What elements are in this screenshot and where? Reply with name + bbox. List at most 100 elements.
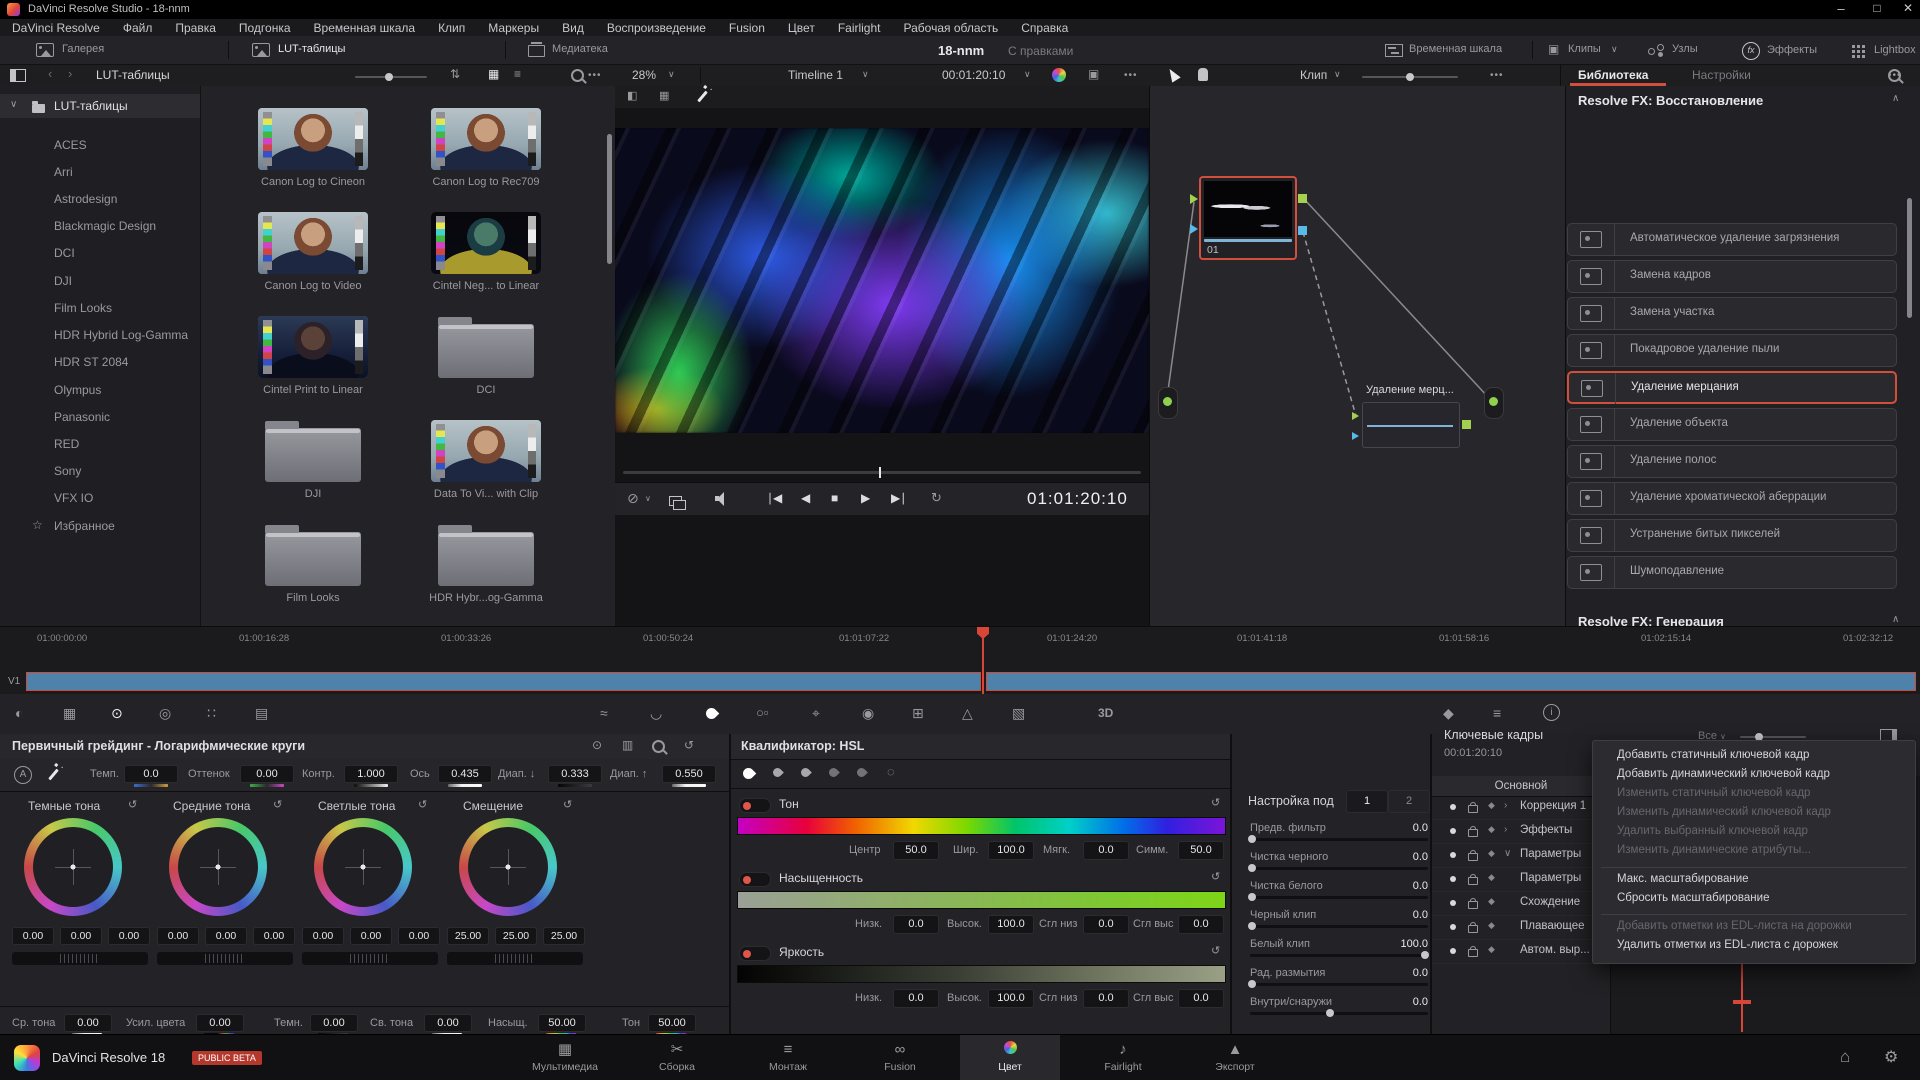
auto-color-wand-icon[interactable] bbox=[48, 769, 59, 781]
keyframe-playhead-line[interactable] bbox=[1741, 962, 1743, 1032]
magic-mask-icon[interactable]: ◉ bbox=[862, 705, 874, 722]
source-port[interactable] bbox=[1158, 387, 1178, 419]
list-view-icon[interactable]: ≡ bbox=[514, 67, 521, 81]
enable-dot-icon[interactable] bbox=[1450, 852, 1456, 858]
highlights-field[interactable]: 0.550 bbox=[662, 765, 716, 783]
menu-color[interactable]: Цвет bbox=[788, 21, 815, 35]
sidebar-item-sony[interactable]: Sony bbox=[54, 464, 81, 478]
gain-master-wheel[interactable] bbox=[302, 952, 438, 965]
sort-icon[interactable]: ⇅ bbox=[450, 67, 460, 81]
hue-center-field[interactable]: 50.0 bbox=[893, 841, 939, 860]
sidebar-item-vfx-io[interactable]: VFX IO bbox=[54, 491, 93, 505]
sidebar-item-dji[interactable]: DJI bbox=[54, 274, 72, 288]
enable-dot-icon[interactable] bbox=[1450, 804, 1456, 810]
timeline-clip-right[interactable] bbox=[986, 672, 1916, 691]
blur-icon[interactable]: ⊞ bbox=[912, 705, 924, 722]
slider-value[interactable]: 100.0 bbox=[1368, 938, 1428, 950]
chevron-right-icon[interactable]: › bbox=[1504, 824, 1507, 835]
hue-range-bar[interactable] bbox=[737, 817, 1226, 835]
primary-reset-icon[interactable]: ↺ bbox=[684, 738, 694, 752]
gallery-tab[interactable]: Галерея bbox=[36, 42, 54, 59]
hue-curves-icon[interactable]: ◡ bbox=[650, 705, 662, 722]
hdr-grade-icon[interactable]: ◎ bbox=[159, 705, 171, 722]
hue-width-field[interactable]: 100.0 bbox=[988, 841, 1034, 860]
keyframe-diamond-icon[interactable]: ◆ bbox=[1488, 824, 1495, 835]
tab-settings[interactable]: Настройки bbox=[1692, 68, 1751, 82]
sidebar-item-astrodesign[interactable]: Astrodesign bbox=[54, 192, 117, 206]
grid-scrollbar[interactable] bbox=[607, 134, 612, 264]
matte-tab-2[interactable]: 2 bbox=[1388, 790, 1430, 813]
fx-item-deband[interactable]: Удаление полос bbox=[1567, 445, 1897, 478]
jump-start-button[interactable]: ∣◀ bbox=[767, 491, 782, 505]
chevron-right-icon[interactable]: › bbox=[1504, 800, 1507, 811]
fx-item-auto-dirt-removal[interactable]: Автоматическое удаление загрязнения bbox=[1567, 223, 1897, 256]
fx-item-deflicker[interactable]: Удаление мерцания bbox=[1567, 371, 1897, 404]
keyframe-diamond-icon[interactable]: ◆ bbox=[1488, 944, 1495, 955]
power-windows-icon[interactable]: ○▫ bbox=[756, 705, 768, 720]
fx-item-frame-replacement[interactable]: Замена кадров bbox=[1567, 260, 1897, 293]
page-color[interactable]: Цвет bbox=[960, 1040, 1060, 1073]
sidebar-item-aces[interactable]: ACES bbox=[54, 138, 87, 152]
sat-reset-icon[interactable]: ↺ bbox=[1211, 870, 1220, 883]
gamma-master-wheel[interactable] bbox=[157, 952, 293, 965]
slider-track[interactable] bbox=[1250, 954, 1428, 957]
keyframe-diamond-icon[interactable]: ◆ bbox=[1488, 920, 1495, 931]
wheel-reset-icon[interactable]: ↺ bbox=[418, 798, 427, 811]
softness-minus-icon[interactable] bbox=[827, 766, 840, 779]
wheel-reset-icon[interactable]: ↺ bbox=[273, 798, 282, 811]
fx-item-patch-replacer[interactable]: Замена участка bbox=[1567, 297, 1897, 330]
sidebar-root-item[interactable]: ∨ LUT-таблицы bbox=[0, 94, 200, 118]
menu-edit[interactable]: Правка bbox=[175, 21, 216, 35]
lum-low-field[interactable]: 0.0 bbox=[893, 989, 939, 1008]
offset-value-r[interactable]: 25.00 bbox=[447, 927, 489, 945]
node-zoom-slider[interactable] bbox=[1362, 76, 1458, 78]
menu-fusion[interactable]: Fusion bbox=[729, 21, 765, 35]
lut-item-canon-log-to-rec709[interactable] bbox=[431, 108, 541, 170]
color-boost-icon[interactable] bbox=[1052, 68, 1066, 82]
nodes-panel-button[interactable]: Узлы bbox=[1648, 42, 1664, 57]
wheel-reset-icon[interactable]: ↺ bbox=[128, 798, 137, 811]
slider-value[interactable]: 0.0 bbox=[1368, 996, 1428, 1008]
invert-selection-icon[interactable]: ◌ bbox=[887, 764, 895, 779]
hue-reset-icon[interactable]: ↺ bbox=[1211, 796, 1220, 809]
lut-folder-film-looks[interactable] bbox=[265, 532, 361, 586]
slider-track[interactable] bbox=[1250, 1012, 1428, 1015]
offset-wheel[interactable] bbox=[459, 818, 557, 916]
lum-soft-high-field[interactable]: 0.0 bbox=[1178, 989, 1224, 1008]
fx-item-chromatic-aberration[interactable]: Удаление хроматической аберрации bbox=[1567, 482, 1897, 515]
menu-view[interactable]: Вид bbox=[562, 21, 584, 35]
lut-folder-dji[interactable] bbox=[265, 428, 361, 482]
fx-node-input-blue[interactable] bbox=[1352, 432, 1359, 440]
node-01[interactable]: 01 bbox=[1199, 176, 1297, 260]
page-fairlight[interactable]: ♪Fairlight bbox=[1073, 1040, 1173, 1073]
sidebar-item-red[interactable]: RED bbox=[54, 437, 79, 451]
shadows-field[interactable]: 0.333 bbox=[548, 765, 602, 783]
lum-high-field[interactable]: 100.0 bbox=[988, 989, 1034, 1008]
split-screen-icon[interactable]: ▦ bbox=[659, 89, 669, 102]
thumbnail-size-slider[interactable] bbox=[355, 76, 427, 78]
lum-reset-icon[interactable]: ↺ bbox=[1211, 944, 1220, 957]
lut-item-cintel-print-to-linear[interactable] bbox=[258, 316, 368, 378]
loop-button[interactable]: ↻ bbox=[931, 490, 942, 506]
keyframes-zoom-slider[interactable] bbox=[1740, 736, 1806, 738]
jump-end-button[interactable]: ▶∣ bbox=[891, 491, 906, 505]
lift-value-r[interactable]: 0.00 bbox=[12, 927, 54, 945]
bypass-grades-icon[interactable]: ⊘ bbox=[627, 490, 639, 507]
viewer-options-icon[interactable]: ••• bbox=[1124, 70, 1138, 81]
menu-timeline[interactable]: Временная шкала bbox=[314, 21, 416, 35]
slider-value[interactable]: 0.0 bbox=[1368, 851, 1428, 863]
motion-effects-icon[interactable]: ▤ bbox=[255, 705, 268, 722]
fx-node-input-green[interactable] bbox=[1352, 412, 1359, 420]
node-01-output-green[interactable] bbox=[1298, 194, 1307, 203]
page-deliver[interactable]: ▲Экспорт bbox=[1185, 1040, 1285, 1073]
minimize-button[interactable]: – bbox=[1826, 1, 1856, 16]
fx-item-noise-reduction[interactable]: Шумоподавление bbox=[1567, 556, 1897, 589]
midtone-detail-field[interactable]: 0.00 bbox=[64, 1014, 112, 1032]
picker-plus-icon[interactable] bbox=[799, 766, 812, 779]
log-zoom-icon[interactable] bbox=[652, 740, 665, 753]
pointer-tool-icon[interactable] bbox=[1165, 66, 1180, 82]
viewer-playhead-marker[interactable] bbox=[879, 467, 881, 478]
browser-search-icon[interactable] bbox=[571, 69, 584, 82]
node-mode-dropdown[interactable]: Клип bbox=[1300, 68, 1327, 82]
contrast-field[interactable]: 1.000 bbox=[344, 765, 398, 783]
